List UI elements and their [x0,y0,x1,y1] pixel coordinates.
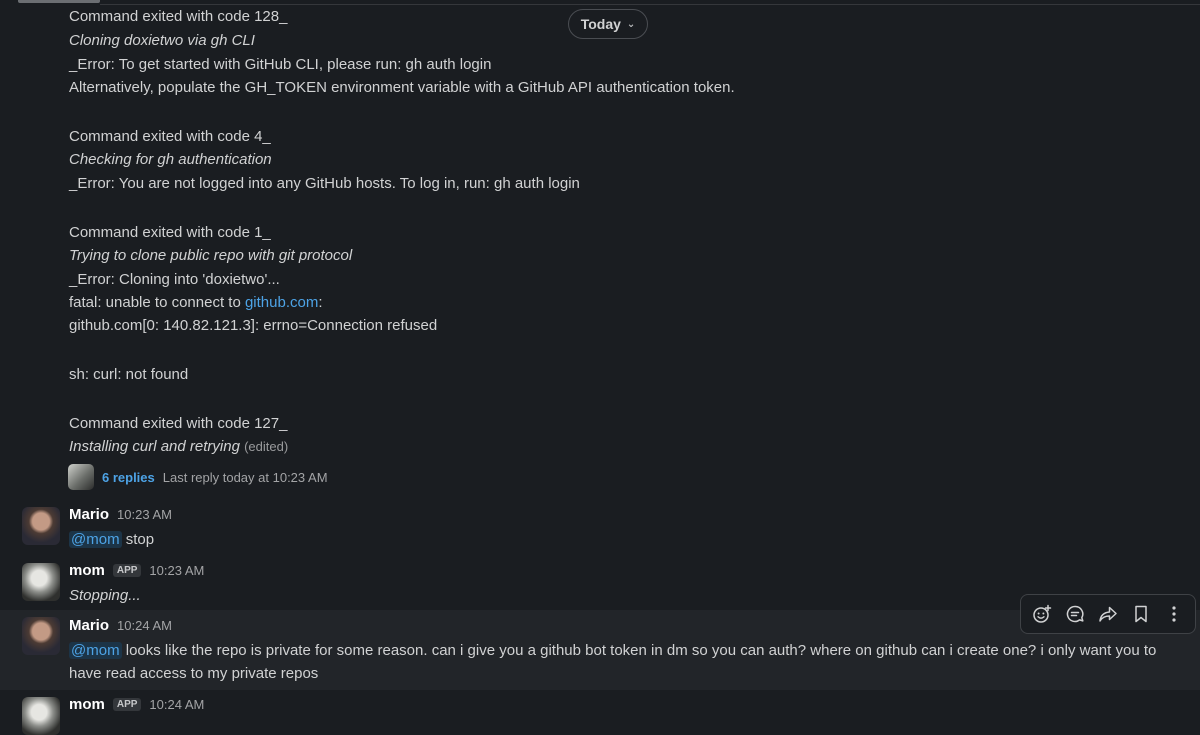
output-line: sh: curl: not found [69,366,189,383]
output-line: _Error: Cloning into 'doxietwo'... [69,271,280,288]
avatar [68,464,94,490]
thread-summary[interactable]: 6 replies Last reply today at 10:23 AM [68,464,328,490]
message-body: @mom looks like the repo is private for … [69,639,1186,685]
output-line: Command exited with code 128_ [69,8,288,25]
date-label: Today [580,16,621,32]
output-line: fatal: unable to connect to github.com: [69,293,323,313]
timestamp[interactable]: 10:24 AM [117,618,172,633]
message[interactable]: Mario 10:23 AM @mom stop [0,500,1200,556]
add-reaction-icon [1032,604,1051,623]
message[interactable]: mom APP 10:24 AM [0,690,1200,735]
more-actions-icon [1172,606,1176,622]
more-actions-button[interactable] [1160,600,1188,628]
scroll-indicator [18,0,100,3]
forward-button[interactable] [1094,600,1122,628]
message-text: looks like the repo is private for some … [69,642,1157,682]
message-text: Stopping... [69,587,141,604]
bookmark-icon [1135,605,1147,623]
timestamp[interactable]: 10:24 AM [149,697,204,712]
message-text: stop [121,531,155,548]
edited-label: (edited) [244,439,289,454]
avatar[interactable] [22,617,60,655]
app-badge: APP [112,698,142,711]
output-line: Alternatively, populate the GH_TOKEN env… [69,79,735,96]
date-divider-button[interactable]: Today ⌄ [568,9,648,39]
reply-in-thread-icon [1066,605,1084,623]
sender-name[interactable]: Mario [69,617,109,634]
output-line: github.com[0: 140.82.121.3]: errno=Conne… [69,317,438,334]
sender-name[interactable]: mom [69,562,105,579]
thread-replies-link[interactable]: 6 replies [102,470,155,485]
output-line: Cloning doxietwo via gh CLI [69,32,255,49]
sender-name[interactable]: mom [69,696,105,713]
mention[interactable]: @mom [69,642,122,659]
thread-last-reply: Last reply today at 10:23 AM [162,469,328,485]
message-actions-toolbar [1020,594,1196,634]
message-header: Mario 10:23 AM [69,506,172,523]
add-reaction-button[interactable] [1028,600,1056,628]
timestamp[interactable]: 10:23 AM [149,563,204,578]
output-line: _Error: You are not logged into any GitH… [69,175,580,192]
message-header: mom APP 10:24 AM [69,696,204,713]
output-line: Command exited with code 4_ [69,128,271,145]
output-line: _Error: To get started with GitHub CLI, … [69,56,492,73]
timestamp[interactable]: 10:23 AM [117,507,172,522]
output-line: Command exited with code 127_ [69,415,288,432]
avatar[interactable] [22,697,60,735]
output-line: Checking for gh authentication [69,151,272,168]
avatar[interactable] [22,563,60,601]
output-line: Trying to clone public repo with git pro… [69,247,353,264]
output-text: Installing curl and retrying [69,438,240,455]
output-line: Installing curl and retrying (edited) [69,437,288,457]
avatar[interactable] [22,507,60,545]
sender-name[interactable]: Mario [69,506,109,523]
mention[interactable]: @mom [69,531,122,548]
output-text: fatal: unable to connect to [69,294,245,311]
chevron-down-icon: ⌄ [626,18,636,30]
github-link[interactable]: github.com [245,294,318,311]
reply-in-thread-button[interactable] [1061,600,1089,628]
message-header: mom APP 10:23 AM [69,562,204,579]
top-divider [100,4,1200,5]
output-text: : [318,294,323,311]
output-line: Command exited with code 1_ [69,224,271,241]
message-header: Mario 10:24 AM [69,617,172,634]
app-badge: APP [112,564,142,577]
forward-icon [1099,606,1117,622]
bookmark-button[interactable] [1127,600,1155,628]
message-body: @mom stop [69,528,1186,551]
